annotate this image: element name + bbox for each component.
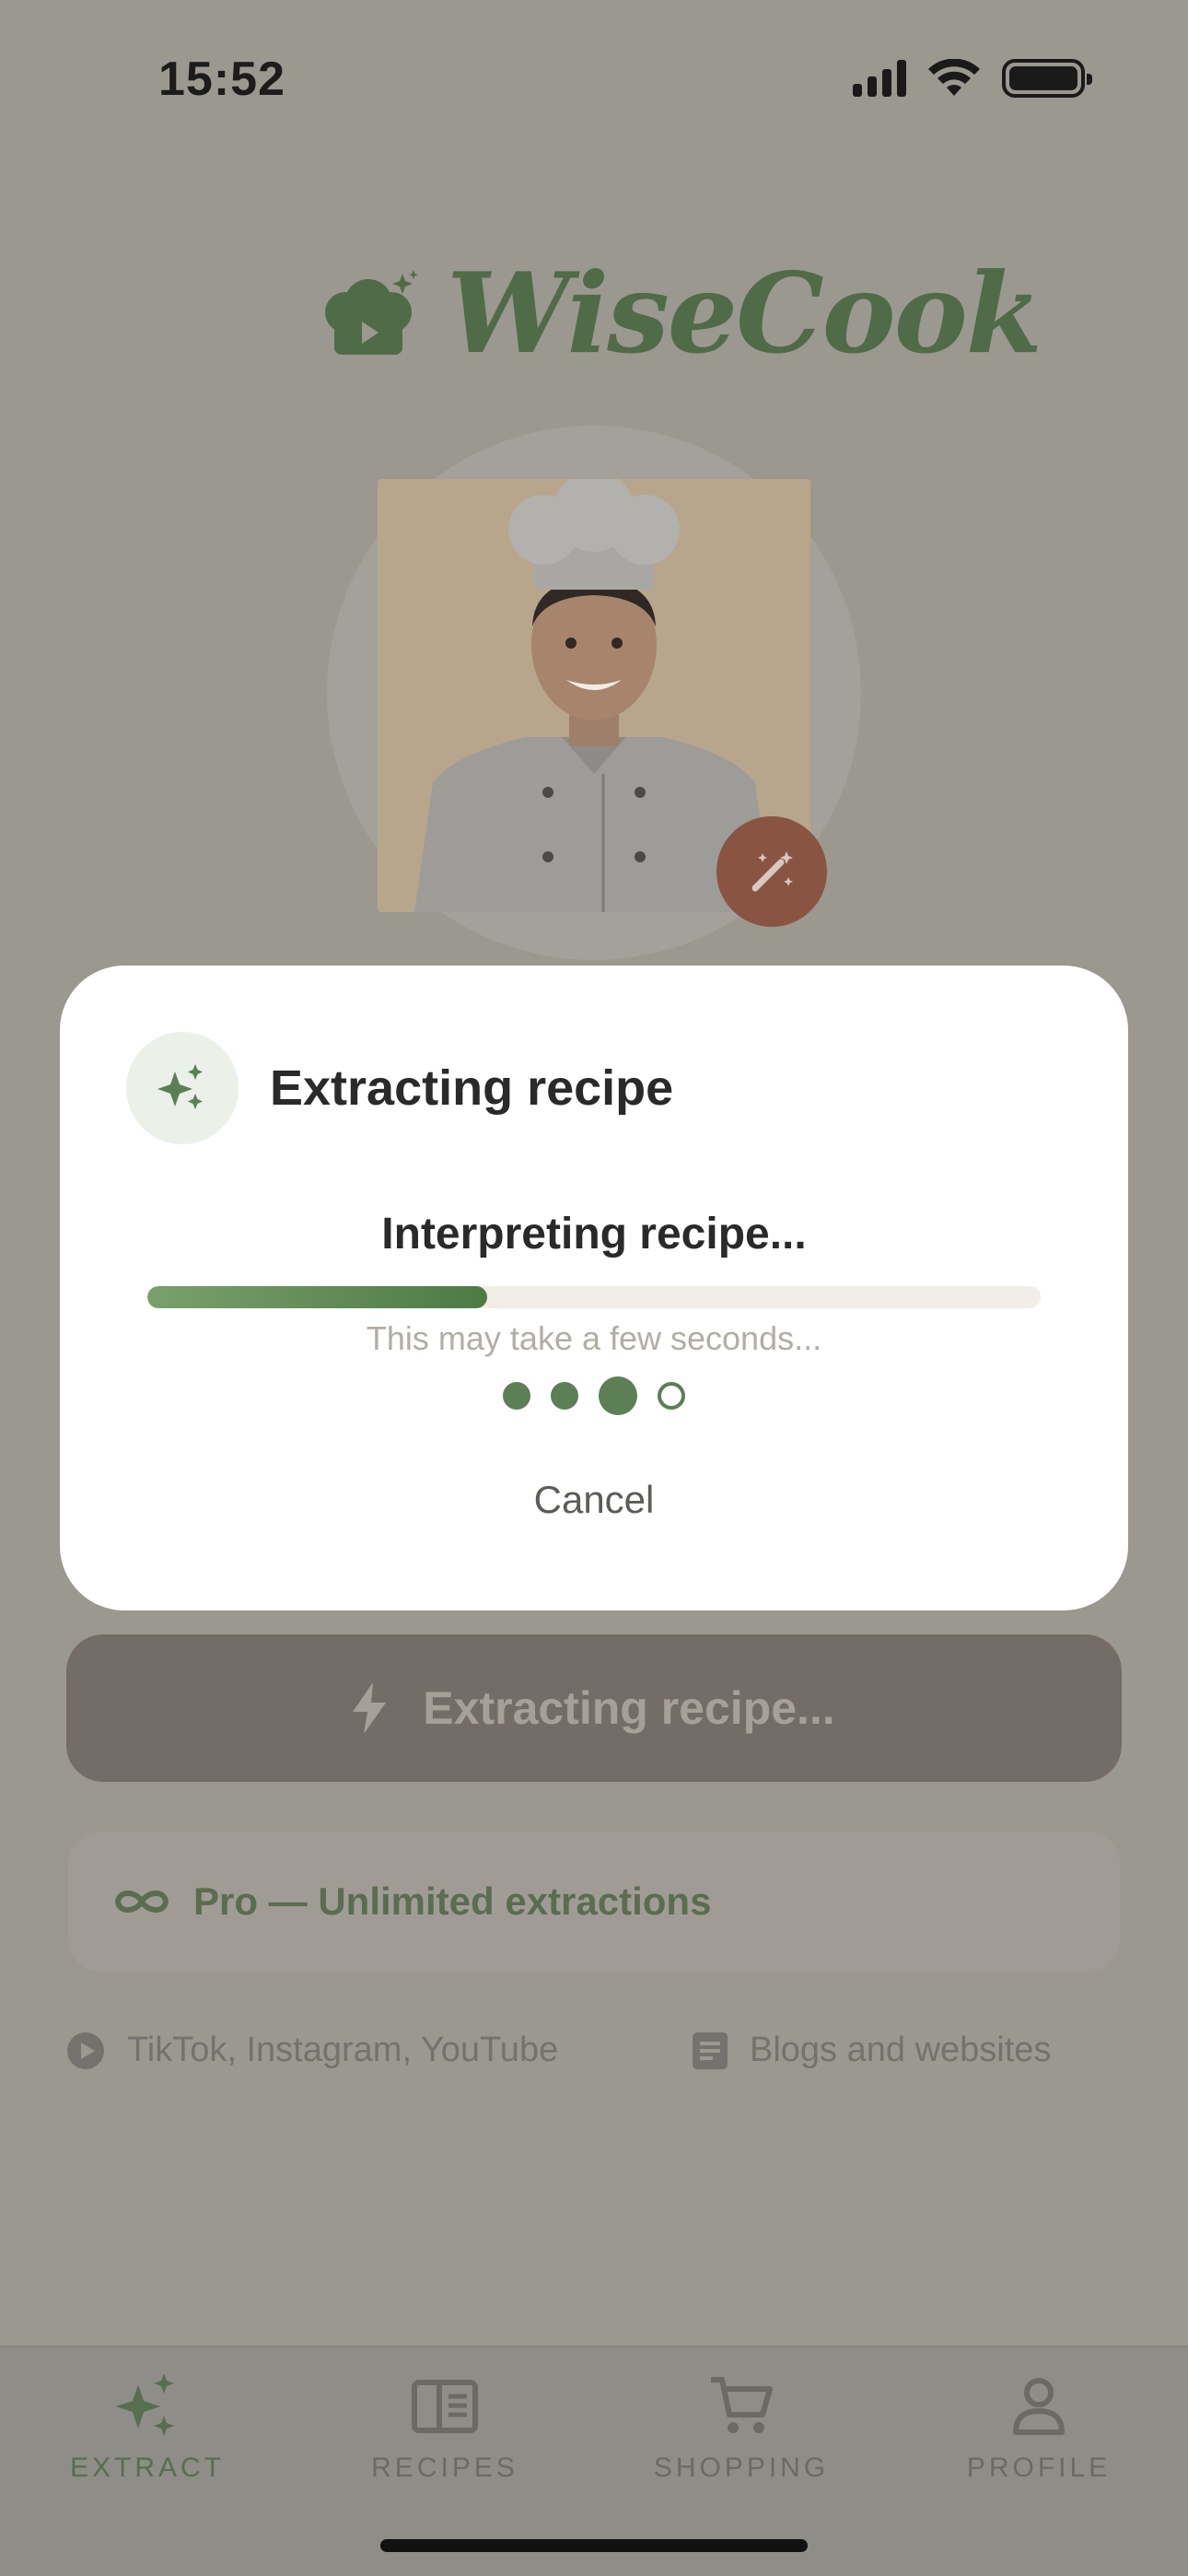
- modal-hint: This may take a few seconds...: [366, 1319, 822, 1357]
- person-icon: [1013, 2378, 1065, 2435]
- magic-wand-button[interactable]: [716, 816, 827, 927]
- tab-shopping-label: SHOPPING: [653, 2453, 830, 2483]
- cellular-signal-icon: [853, 60, 906, 97]
- source-social-label: TikTok, Instagram, YouTube: [127, 2031, 559, 2069]
- source-social: TikTok, Instagram, YouTube: [66, 2031, 558, 2070]
- battery-icon: [1002, 59, 1092, 98]
- status-time: 15:52: [158, 53, 285, 106]
- extract-recipe-button[interactable]: Extracting recipe...: [66, 1634, 1122, 1782]
- tab-profile-label: PROFILE: [966, 2453, 1112, 2483]
- book-icon: [412, 2380, 478, 2433]
- step-dot: [503, 1382, 530, 1410]
- cancel-button[interactable]: Cancel: [60, 1478, 1128, 1522]
- step-dot: [551, 1382, 578, 1410]
- modal-title: Extracting recipe: [270, 1060, 674, 1116]
- progress-bar-fill: [147, 1286, 487, 1308]
- home-indicator: [380, 2539, 808, 2552]
- play-icon: [67, 2032, 104, 2069]
- chef-hat-play-icon: [325, 269, 418, 355]
- tab-recipes-label: RECIPES: [371, 2453, 518, 2483]
- pro-upgrade-button[interactable]: Pro — Unlimited extractions: [68, 1832, 1120, 1972]
- sparkles-icon: [157, 1064, 203, 1109]
- pro-label: Pro — Unlimited extractions: [193, 1879, 712, 1923]
- infinity-icon: [114, 1891, 169, 1913]
- modal-icon-badge: [126, 1032, 239, 1144]
- tab-recipes[interactable]: RECIPES: [334, 2370, 555, 2484]
- extract-button-label: Extracting recipe...: [423, 1682, 835, 1734]
- status-icons: [853, 59, 1092, 98]
- tab-extract[interactable]: EXTRACT: [37, 2370, 258, 2484]
- app-logo: WiseCook: [318, 249, 1042, 379]
- app-name: WiseCook: [447, 249, 1042, 379]
- step-dot: [658, 1382, 685, 1410]
- step-indicator: [60, 1376, 1128, 1415]
- document-icon: [693, 2032, 728, 2069]
- source-blogs-label: Blogs and websites: [750, 2031, 1052, 2069]
- wifi-icon: [928, 59, 980, 96]
- lightning-icon: [353, 1682, 387, 1734]
- source-blogs: Blogs and websites: [693, 2031, 1051, 2070]
- extraction-modal: Extracting recipe Interpreting recipe...…: [60, 966, 1128, 1610]
- tab-profile[interactable]: PROFILE: [928, 2370, 1149, 2484]
- tab-extract-label: EXTRACT: [69, 2453, 225, 2483]
- cart-icon: [711, 2377, 773, 2433]
- app-screen: 15:52 WiseCook Extracting recipe... Pro …: [0, 0, 1188, 2576]
- tab-shopping[interactable]: SHOPPING: [631, 2370, 852, 2484]
- magic-wand-icon: [751, 851, 793, 892]
- step-dot: [599, 1376, 637, 1415]
- progress-bar: [147, 1286, 1041, 1308]
- modal-status-text: Interpreting recipe...: [381, 1210, 807, 1259]
- sparkles-icon: [116, 2373, 174, 2436]
